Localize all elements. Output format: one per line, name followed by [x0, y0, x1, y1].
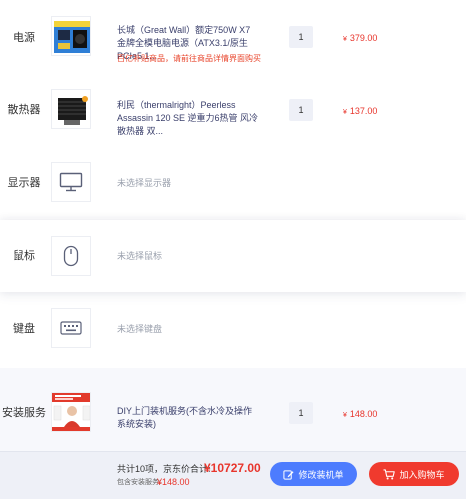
part-row-mouse: 鼠标 未选择鼠标: [0, 220, 466, 292]
add-keyboard-slot[interactable]: [51, 308, 91, 348]
part-row-installation-service: 安装服务 DIY上门装机服务(不含水冷及操作系统安装) 1 ¥148.00: [0, 368, 466, 451]
category-label: 散热器: [7, 104, 41, 116]
monitor-icon: [59, 172, 83, 192]
category-label: 安装服务: [2, 407, 46, 419]
quantity-input[interactable]: 1: [289, 402, 313, 424]
total-price: ¥10727.00: [204, 461, 261, 475]
product-title[interactable]: 利民（thermalright）Peerless Assassin 120 SE…: [117, 99, 259, 138]
price-value: 148.00: [349, 409, 378, 419]
category-label: 键盘: [13, 323, 35, 335]
part-row-monitor: 显示器 未选择显示器: [0, 144, 466, 220]
part-row-keyboard: 键盘 未选择键盘: [0, 292, 466, 368]
currency-symbol: ¥: [343, 412, 347, 419]
add-mouse-slot[interactable]: [51, 236, 91, 276]
power-supply-image: [52, 17, 90, 55]
part-row-power-supply: 电源 长城（Great Wall）额定750W X7金牌全模电脑电源（ATX3.…: [0, 0, 466, 75]
not-selected-text: 未选择键盘: [117, 324, 163, 334]
currency-symbol: ¥: [343, 36, 347, 43]
category-label: 电源: [13, 32, 35, 44]
not-selected-text: 未选择鼠标: [117, 251, 163, 261]
currency-symbol: ¥: [343, 109, 347, 116]
product-thumbnail[interactable]: [51, 16, 91, 56]
product-title[interactable]: DIY上门装机服务(不含水冷及操作系统安装): [117, 405, 259, 431]
add-to-cart-label: 加入购物车: [399, 469, 445, 480]
service-fee-label: 包含安装服务:: [117, 479, 161, 486]
product-thumbnail[interactable]: [51, 392, 91, 432]
not-selected-text: 未选择显示器: [117, 178, 172, 188]
part-row-cpu-cooler: 散热器 利民（thermalright）Peerless Assassin 12…: [0, 75, 466, 144]
edit-icon: [283, 469, 295, 480]
price-value: 379.00: [349, 33, 378, 43]
service-fee-value: ¥148.00: [157, 477, 190, 487]
category-label: 显示器: [7, 177, 41, 189]
item-price: ¥137.00: [343, 105, 377, 119]
category-label: 鼠标: [13, 250, 35, 262]
keyboard-icon: [60, 321, 82, 335]
quantity-input[interactable]: 1: [289, 26, 313, 48]
mouse-icon: [63, 245, 79, 267]
item-count-text: 共计10项，京东价合计:: [117, 464, 211, 474]
add-to-cart-button[interactable]: 加入购物车: [369, 462, 459, 486]
item-price: ¥148.00: [343, 408, 377, 422]
item-price: ¥379.00: [343, 32, 377, 46]
cooler-image: [52, 90, 90, 128]
installation-service-image: [52, 393, 90, 431]
cart-icon: [383, 468, 396, 479]
edit-build-label: 修改装机单: [298, 469, 344, 480]
product-thumbnail[interactable]: [51, 89, 91, 129]
checkout-bar: 共计10项，京东价合计: ¥10727.00 包含安装服务: ¥148.00 修…: [0, 451, 466, 499]
price-value: 137.00: [349, 106, 378, 116]
edit-build-button[interactable]: 修改装机单: [270, 462, 357, 486]
quantity-input[interactable]: 1: [289, 99, 313, 121]
add-monitor-slot[interactable]: [51, 162, 91, 202]
subsidy-notice[interactable]: 百亿补贴商品，请前往商品详情界面购买: [117, 53, 287, 64]
